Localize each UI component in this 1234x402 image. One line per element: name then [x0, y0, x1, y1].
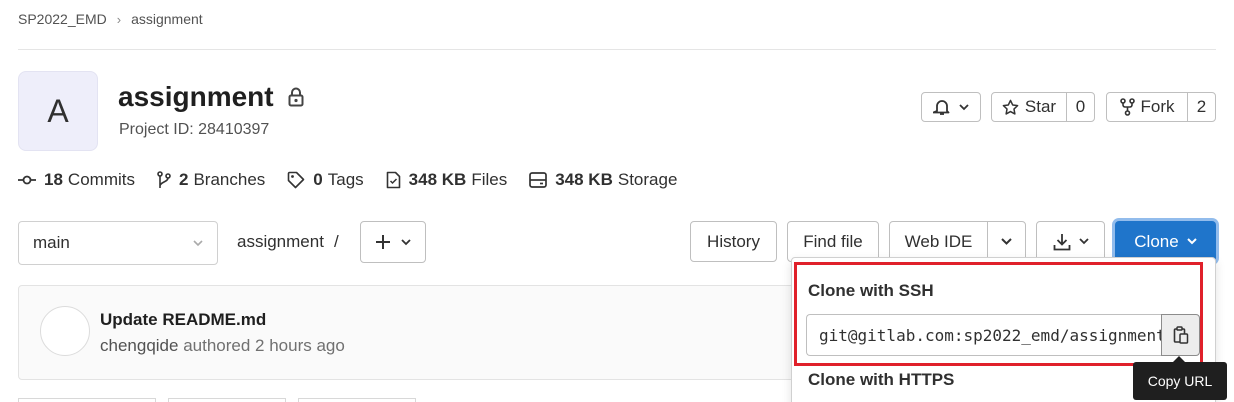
project-id: Project ID: 28410397: [119, 121, 270, 138]
stat-commits-label: Commits: [67, 170, 135, 189]
avatar[interactable]: [40, 306, 90, 356]
chevron-down-icon: [1078, 238, 1089, 245]
web-ide-button[interactable]: Web IDE: [890, 222, 987, 261]
tag-icon: [287, 171, 313, 189]
repo-path-link[interactable]: assignment: [237, 232, 324, 251]
fork-count[interactable]: 2: [1187, 93, 1215, 121]
download-icon: [1053, 233, 1071, 251]
stat-commits-count: 18: [44, 170, 63, 189]
chevron-down-icon: [1001, 238, 1012, 245]
stat-commits[interactable]: 18 Commits: [18, 170, 135, 190]
project-stats: 18 Commits 2 Branches 0 Tags 348 KB File…: [18, 170, 699, 190]
avatar-letter: A: [47, 92, 69, 129]
partial-button: [168, 398, 286, 402]
stat-storage-label: Storage: [617, 170, 678, 189]
chevron-down-icon: [193, 239, 203, 247]
clone-https-heading: Clone with HTTPS: [808, 370, 955, 389]
star-button-group: Star 0: [991, 92, 1095, 122]
chevron-down-icon: [401, 238, 411, 246]
stat-files-label: Files: [471, 170, 508, 189]
highlight-box: [794, 262, 1203, 366]
web-ide-dropdown-toggle[interactable]: [987, 222, 1025, 261]
notification-dropdown-button[interactable]: [921, 92, 981, 122]
project-avatar: A: [18, 71, 98, 151]
bell-icon: [933, 98, 951, 116]
project-title: assignment: [118, 81, 304, 113]
stat-branches-count: 2: [178, 170, 189, 189]
fork-label: Fork: [1140, 97, 1175, 116]
stat-files-count: 348 KB: [408, 170, 467, 189]
fork-button[interactable]: Fork: [1107, 93, 1187, 121]
star-button[interactable]: Star: [992, 93, 1066, 121]
project-name: assignment: [118, 81, 274, 112]
path-separator: /: [333, 232, 339, 251]
repo-path: assignment /: [237, 232, 339, 252]
branch-icon: [157, 171, 179, 189]
history-button[interactable]: History: [690, 221, 777, 262]
stat-tags-label: Tags: [327, 170, 364, 189]
download-dropdown-button[interactable]: [1036, 221, 1105, 262]
header-divider: [18, 49, 1216, 50]
commit-author-link[interactable]: chengqide: [100, 336, 178, 355]
stat-storage-count: 348 KB: [555, 170, 613, 189]
star-icon: [1002, 99, 1019, 116]
stat-branches-label: Branches: [193, 170, 266, 189]
stat-files[interactable]: 348 KB Files: [386, 170, 508, 190]
last-commit-panel: [18, 285, 918, 380]
storage-icon: [529, 172, 555, 188]
commit-icon: [18, 174, 44, 186]
bottom-buttons-row: [18, 398, 918, 402]
breadcrumb-project-link[interactable]: assignment: [131, 11, 203, 27]
partial-button: [18, 398, 156, 402]
chevron-down-icon: [1179, 238, 1197, 245]
web-ide-button-group: Web IDE: [889, 221, 1026, 262]
file-icon: [386, 171, 409, 189]
breadcrumb-separator: ›: [116, 11, 122, 27]
fork-icon: [1119, 98, 1135, 116]
lock-icon: [288, 87, 304, 107]
fork-button-group: Fork 2: [1106, 92, 1216, 122]
stat-branches[interactable]: 2 Branches: [157, 170, 265, 190]
commit-meta: chengqide authored 2 hours ago: [100, 336, 345, 356]
star-count[interactable]: 0: [1066, 93, 1094, 121]
stat-storage: 348 KB Storage: [529, 170, 677, 190]
clone-label: Clone: [1134, 231, 1179, 251]
copy-url-tooltip: Copy URL: [1133, 356, 1227, 400]
breadcrumb-group-link[interactable]: SP2022_EMD: [18, 11, 107, 27]
find-file-button[interactable]: Find file: [787, 221, 879, 262]
star-label: Star: [1024, 97, 1057, 116]
stat-tags[interactable]: 0 Tags: [287, 170, 364, 190]
clone-dropdown-button[interactable]: Clone: [1115, 221, 1216, 262]
add-file-dropdown-button[interactable]: [360, 221, 426, 263]
commit-title-link[interactable]: Update README.md: [100, 310, 266, 330]
breadcrumb: SP2022_EMD › assignment: [18, 11, 203, 27]
chevron-down-icon: [959, 103, 969, 111]
partial-button: [298, 398, 416, 402]
stat-tags-count: 0: [313, 170, 323, 189]
branch-name: main: [33, 233, 70, 252]
branch-selector[interactable]: main: [18, 221, 218, 265]
plus-icon: [375, 234, 391, 250]
commit-meta-rest: authored 2 hours ago: [183, 336, 345, 355]
